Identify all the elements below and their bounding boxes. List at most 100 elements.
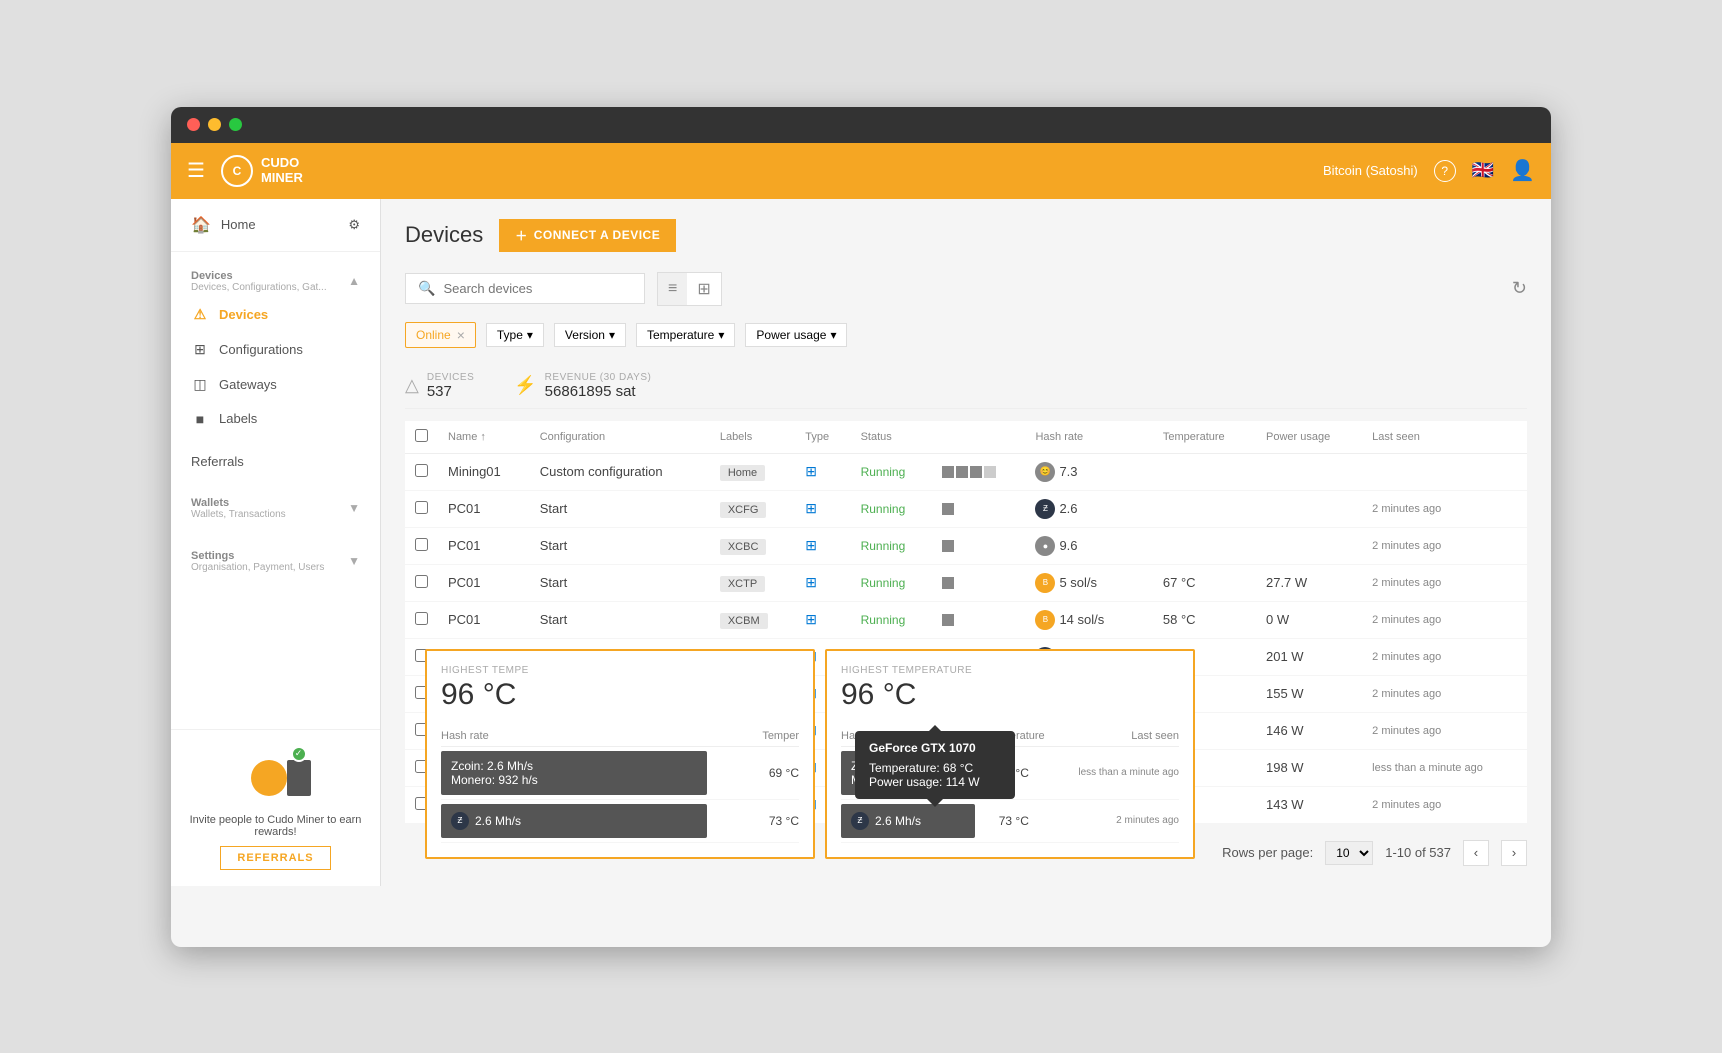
col-power[interactable]: Power usage: [1256, 421, 1362, 454]
sidebar-referrals-promo: ✓ Invite people to Cudo Miner to earn re…: [171, 729, 380, 886]
row-checkbox[interactable]: [415, 464, 428, 477]
sidebar-home[interactable]: 🏠 Home ⚙: [171, 199, 380, 252]
col-config[interactable]: Configuration: [530, 421, 710, 454]
rows-per-page-select[interactable]: 10 25 50: [1325, 841, 1373, 865]
tooltip-arrow: [927, 799, 943, 807]
table-header: Name ↑ Configuration Labels Type Status …: [405, 421, 1527, 454]
filter-power[interactable]: Power usage ▾: [745, 323, 847, 347]
logo-icon: C: [221, 155, 253, 187]
device-config[interactable]: Custom configuration: [530, 453, 710, 490]
filter-version-label: Version: [565, 328, 605, 342]
sidebar-item-devices[interactable]: ⚠ Devices: [171, 297, 380, 332]
device-name[interactable]: PC01: [438, 490, 530, 527]
device-config[interactable]: Start: [530, 564, 710, 601]
gateways-icon: ◫: [191, 376, 209, 393]
minimize-dot[interactable]: [208, 118, 221, 131]
connect-icon: ＋: [515, 227, 528, 244]
device-status: Running: [861, 465, 906, 479]
referrals-button[interactable]: REFERRALS: [220, 846, 330, 870]
device-label-chip[interactable]: XCBM: [720, 613, 768, 629]
row-checkbox[interactable]: [415, 612, 428, 625]
grid-view-button[interactable]: ⊞: [687, 273, 720, 305]
filter-temperature[interactable]: Temperature ▾: [636, 323, 735, 347]
device-hashrate: ● 9.6: [1025, 527, 1152, 564]
devices-group-subtitle: Devices, Configurations, Gat...: [191, 282, 327, 293]
pagination-next-button[interactable]: ›: [1501, 840, 1527, 866]
currency-label[interactable]: Bitcoin (Satoshi): [1323, 163, 1418, 178]
chevron-down-wallets-icon[interactable]: ▼: [348, 501, 360, 515]
tooltip-power-label: Power usage:: [869, 775, 942, 789]
col-labels[interactable]: Labels: [710, 421, 795, 454]
list-view-button[interactable]: ≡: [658, 273, 687, 305]
sidebar-labels-label: Labels: [219, 411, 257, 426]
col-status: Status: [851, 421, 933, 454]
windows-icon: ⊞: [805, 611, 817, 627]
logo-text: CUDOMINER: [261, 156, 303, 185]
help-icon[interactable]: ?: [1434, 160, 1456, 182]
select-all-checkbox[interactable]: [415, 429, 428, 442]
device-power: 146 W: [1256, 712, 1362, 749]
chevron-up-icon[interactable]: ▲: [348, 274, 360, 288]
flag-icon[interactable]: 🇬🇧: [1472, 160, 1494, 181]
settings-gear-icon[interactable]: ⚙: [348, 217, 360, 233]
device-name[interactable]: PC01: [438, 564, 530, 601]
filter-version-chevron: ▾: [609, 328, 615, 342]
device-label-chip[interactable]: XCBC: [720, 539, 767, 555]
filter-type[interactable]: Type ▾: [486, 323, 544, 347]
chevron-down-settings-icon[interactable]: ▼: [348, 554, 360, 568]
topbar: ☰ C CUDOMINER Bitcoin (Satoshi) ? 🇬🇧 👤: [171, 143, 1551, 199]
col-last-seen[interactable]: Last seen: [1362, 421, 1527, 454]
device-label-chip[interactable]: Home: [720, 465, 765, 481]
sidebar-item-referrals[interactable]: Referrals: [171, 444, 380, 479]
filter-online[interactable]: Online ×: [405, 322, 476, 348]
popup2-label: HIGHEST TEMPERATURE: [841, 665, 1179, 676]
col-type[interactable]: Type: [795, 421, 850, 454]
search-box[interactable]: 🔍: [405, 273, 645, 304]
windows-icon: ⊞: [805, 463, 817, 479]
device-label-chip[interactable]: XCTP: [720, 576, 765, 592]
popup1-row1-temp: 69 °C: [707, 746, 799, 799]
sidebar-item-labels[interactable]: ■ Labels: [171, 402, 380, 436]
device-config[interactable]: Start: [530, 527, 710, 564]
maximize-dot[interactable]: [229, 118, 242, 131]
col-hashrate[interactable]: Hash rate: [1025, 421, 1152, 454]
search-input[interactable]: [443, 281, 632, 296]
user-icon[interactable]: 👤: [1510, 158, 1535, 183]
hamburger-menu[interactable]: ☰: [187, 158, 205, 183]
device-name[interactable]: PC01: [438, 527, 530, 564]
sidebar-item-gateways[interactable]: ◫ Gateways: [171, 367, 380, 402]
filter-online-label: Online: [416, 328, 451, 342]
popup2-row2-hash: Ƶ 2.6 Mh/s: [841, 799, 975, 842]
device-power: [1256, 527, 1362, 564]
row-checkbox[interactable]: [415, 575, 428, 588]
view-toggle: ≡ ⊞: [657, 272, 722, 306]
device-last-seen: 2 minutes ago: [1362, 564, 1527, 601]
device-config[interactable]: Start: [530, 601, 710, 638]
stat-revenue-value: 56861895 sat: [545, 383, 652, 400]
device-config[interactable]: Start: [530, 490, 710, 527]
filter-online-remove[interactable]: ×: [457, 327, 465, 343]
close-dot[interactable]: [187, 118, 200, 131]
search-icon: 🔍: [418, 280, 435, 297]
col-name[interactable]: Name ↑: [438, 421, 530, 454]
device-label-chip[interactable]: XCFG: [720, 502, 767, 518]
col-temp[interactable]: Temperature: [1153, 421, 1256, 454]
device-last-seen: less than a minute ago: [1362, 749, 1527, 786]
device-name[interactable]: PC01: [438, 601, 530, 638]
row-checkbox[interactable]: [415, 538, 428, 551]
filter-version[interactable]: Version ▾: [554, 323, 626, 347]
wallets-group-header: Wallets Wallets, Transactions ▼: [171, 487, 380, 524]
referrals-illustration: ✓: [236, 746, 316, 806]
refresh-button[interactable]: ↻: [1512, 278, 1527, 299]
sidebar-item-configurations[interactable]: ⊞ Configurations: [171, 332, 380, 367]
row-checkbox[interactable]: [415, 501, 428, 514]
popup2-col-last-seen: Last seen: [1053, 726, 1179, 747]
device-temp: [1153, 527, 1256, 564]
mini-squares: [942, 503, 1015, 515]
tooltip-power-row: Power usage: 114 W: [869, 775, 1001, 789]
device-temp: [1153, 453, 1256, 490]
mini-squares: [942, 614, 1015, 626]
pagination-prev-button[interactable]: ‹: [1463, 840, 1489, 866]
device-name[interactable]: Mining01: [438, 453, 530, 490]
connect-device-button[interactable]: ＋ CONNECT A DEVICE: [499, 219, 676, 252]
